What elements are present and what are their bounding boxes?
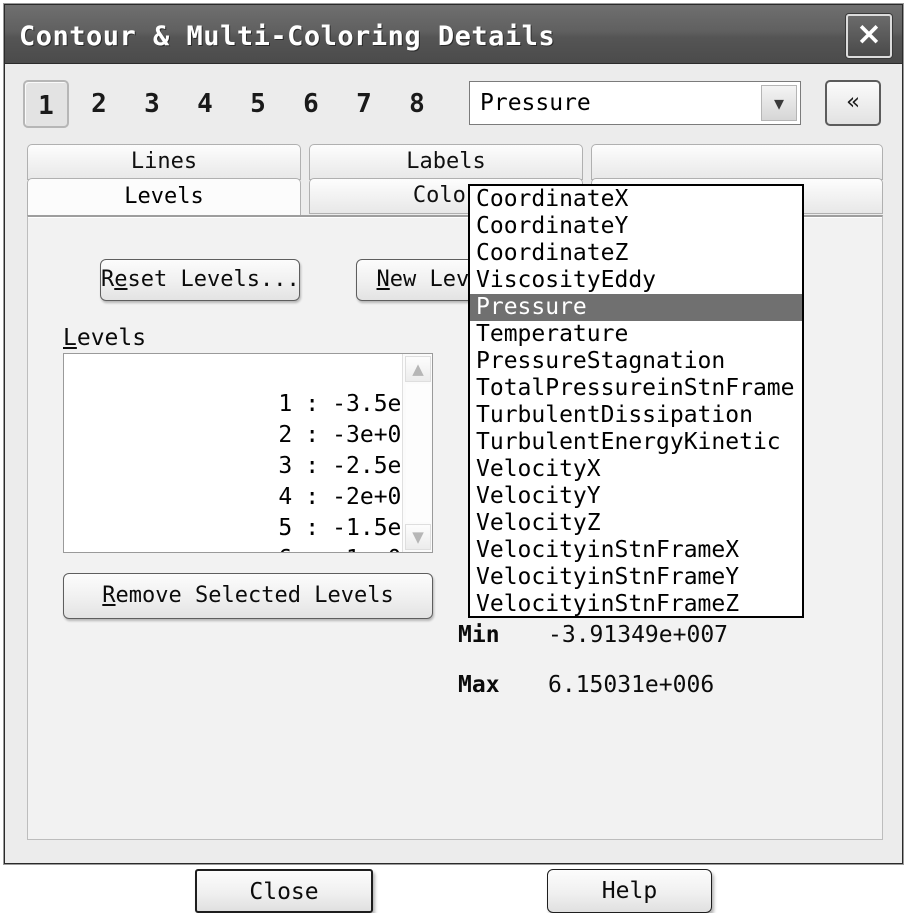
dropdown-option-turbulentdissipation[interactable]: TurbulentDissipation — [470, 402, 802, 429]
remove-selected-levels-button[interactable]: Remove Selected Levels — [63, 573, 433, 619]
dropdown-option-coordinatey[interactable]: CoordinateY — [470, 213, 802, 240]
reset-levels-button[interactable]: Reset Levels... — [100, 259, 300, 301]
tab-levels[interactable]: Levels — [27, 178, 301, 220]
tab-lines[interactable]: Lines — [27, 144, 301, 180]
list-item[interactable]: 1:-3.5e+007 — [64, 358, 432, 417]
variable-select-dropdown[interactable]: CoordinateX CoordinateY CoordinateZ Visc… — [468, 184, 804, 618]
dropdown-option-viscosityeddy[interactable]: ViscosityEddy — [470, 267, 802, 294]
reset-levels-label-pre: R — [101, 267, 115, 292]
dialog-window: Contour & Multi-Coloring Details × 1 2 3… — [4, 4, 903, 913]
numbered-tab-2[interactable]: 2 — [76, 80, 122, 128]
dropdown-option-pressurestagnation[interactable]: PressureStagnation — [470, 348, 802, 375]
dropdown-option-velocityinstnframez[interactable]: VelocityinStnFrameZ — [470, 591, 802, 616]
level-index: 5 — [278, 515, 293, 541]
variable-combo-wrap: Pressure ▾ — [469, 81, 801, 125]
dropdown-option-pressure[interactable]: Pressure — [470, 294, 802, 321]
chevron-double-left-icon: « — [845, 89, 861, 115]
level-separator: : — [305, 391, 320, 417]
dropdown-option-temperature[interactable]: Temperature — [470, 321, 802, 348]
levels-list: 1:-3.5e+007 2:-3e+007 3:-2.5e+007 4:-2e+… — [64, 358, 432, 552]
variable-select-value: Pressure — [480, 90, 591, 116]
levels-label-accel: L — [63, 325, 77, 351]
dropdown-option-velocityy[interactable]: VelocityY — [470, 483, 802, 510]
dropdown-option-turbulentenergykinetic[interactable]: TurbulentEnergyKinetic — [470, 429, 802, 456]
min-label: Min — [458, 622, 500, 648]
dropdown-option-velocityz[interactable]: VelocityZ — [470, 510, 802, 537]
dropdown-option-velocityinstnframey[interactable]: VelocityinStnFrameY — [470, 564, 802, 591]
scrollbar-track[interactable] — [406, 384, 430, 522]
help-button[interactable]: Help — [547, 869, 712, 913]
levels-label-rest: evels — [76, 325, 147, 351]
numbered-tab-1[interactable]: 1 — [23, 80, 69, 128]
level-index: 6 — [230, 544, 292, 552]
close-button[interactable]: Close — [195, 869, 373, 913]
scroll-up-icon[interactable]: ▲ — [405, 356, 431, 382]
remove-label-post: emove Selected Levels — [115, 583, 394, 608]
level-index: 4 — [278, 484, 293, 510]
numbered-tab-4[interactable]: 4 — [182, 80, 228, 128]
max-label: Max — [458, 672, 500, 698]
level-index: 2 — [278, 422, 293, 448]
reset-levels-label-post: set Levels... — [127, 267, 300, 292]
tab-upper-right[interactable] — [591, 144, 883, 180]
numbered-tab-7[interactable]: 7 — [341, 80, 387, 128]
numbered-tab-3[interactable]: 3 — [129, 80, 175, 128]
numbered-tab-8[interactable]: 8 — [394, 80, 440, 128]
dropdown-option-coordinatex[interactable]: CoordinateX — [470, 186, 802, 213]
new-level-accel: N — [376, 267, 390, 292]
remove-accel: R — [102, 583, 116, 608]
max-value: 6.15031e+006 — [548, 672, 715, 698]
numbered-tab-6[interactable]: 6 — [288, 80, 334, 128]
reset-levels-accel: e — [114, 267, 128, 292]
close-window-button[interactable]: × — [846, 14, 892, 58]
level-index: 1 — [278, 391, 293, 417]
dropdown-option-velocityx[interactable]: VelocityX — [470, 456, 802, 483]
collapse-panel-button[interactable]: « — [825, 80, 881, 126]
tab-labels[interactable]: Labels — [309, 144, 583, 180]
level-separator: : — [305, 422, 320, 448]
level-separator: : — [305, 484, 320, 510]
min-value: -3.91349e+007 — [548, 622, 729, 648]
close-icon: × — [856, 16, 882, 52]
tab-row-upper: Lines Labels — [27, 144, 883, 180]
scroll-down-icon[interactable]: ▼ — [405, 524, 431, 550]
dropdown-option-coordinatez[interactable]: CoordinateZ — [470, 240, 802, 267]
level-separator: : — [292, 544, 332, 552]
levels-scrollbar[interactable]: ▲ ▼ — [402, 354, 432, 552]
numbered-tab-strip: 1 2 3 4 5 6 7 8 Pressure ▾ « — [23, 80, 885, 128]
dropdown-option-velocityinstnframex[interactable]: VelocityinStnFrameX — [470, 537, 802, 564]
dropdown-option-totalpressureinstnframe[interactable]: TotalPressureinStnFrame — [470, 375, 802, 402]
chevron-down-icon: ▾ — [773, 91, 785, 115]
level-separator: : — [305, 515, 320, 541]
page-title: Contour & Multi-Coloring Details — [19, 21, 556, 52]
title-bar: Contour & Multi-Coloring Details × — [5, 5, 902, 64]
level-separator: : — [305, 453, 320, 479]
numbered-tab-5[interactable]: 5 — [235, 80, 281, 128]
variable-select-arrow-button[interactable]: ▾ — [761, 85, 797, 121]
variable-select[interactable]: Pressure ▾ — [469, 81, 801, 125]
dialog-body: 1 2 3 4 5 6 7 8 Pressure ▾ « Lines Label… — [5, 64, 902, 913]
level-index: 3 — [278, 453, 293, 479]
levels-listbox[interactable]: 1:-3.5e+007 2:-3e+007 3:-2.5e+007 4:-2e+… — [63, 353, 433, 553]
levels-list-label: Levels — [63, 325, 146, 351]
